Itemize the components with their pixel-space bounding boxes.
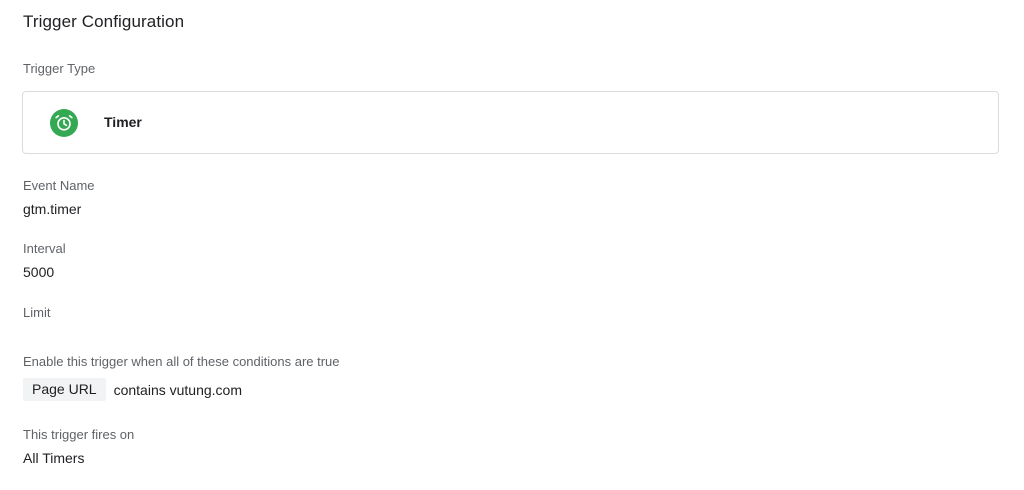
event-name-value: gtm.timer [23,201,82,217]
trigger-type-name: Timer [104,114,142,130]
conditions-label: Enable this trigger when all of these co… [23,354,340,369]
fires-on-label: This trigger fires on [23,427,135,442]
limit-label: Limit [23,305,51,320]
section-title: Trigger Configuration [23,12,185,31]
condition-operator-value: contains vutung.com [113,381,242,398]
fires-on-value: All Timers [23,450,85,466]
event-name-label: Event Name [23,178,95,193]
interval-label: Interval [23,241,66,256]
trigger-configuration-panel: Trigger Configuration Trigger Type Timer… [0,0,1024,490]
interval-value: 5000 [23,264,55,280]
trigger-type-label: Trigger Type [23,61,96,76]
trigger-type-card[interactable]: Timer [22,91,999,154]
alarm-clock-icon [50,109,78,137]
condition-variable-chip: Page URL [23,378,106,401]
condition-row: Page URL contains vutung.com [23,378,242,401]
